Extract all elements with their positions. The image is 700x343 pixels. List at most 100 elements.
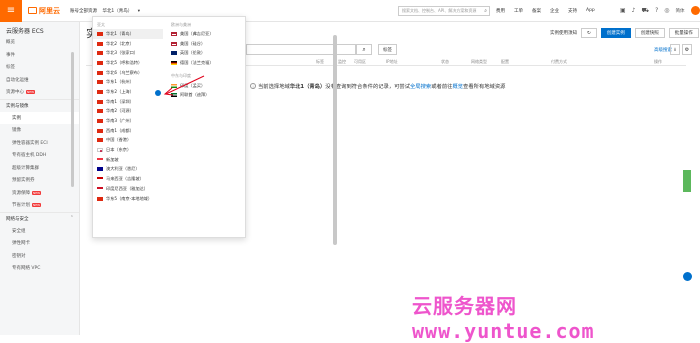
region-option[interactable]: 德国（法兰克福）: [167, 58, 237, 68]
sidebar-section[interactable]: 网络与安全 ˄: [0, 211, 79, 225]
sidebar-item[interactable]: 密钥对: [0, 250, 79, 263]
top-link-fees[interactable]: 费用: [496, 8, 505, 14]
sidebar-item-label: 专有宿主机 DDH: [12, 153, 47, 159]
region-option[interactable]: 华南3（广州）: [93, 116, 163, 126]
sidebar-section[interactable]: 实例与镜像˄: [0, 98, 79, 112]
region-option[interactable]: 印度尼西亚（雅加达）: [93, 184, 163, 194]
region-option[interactable]: 马来西亚（吉隆坡）: [93, 174, 163, 184]
region-option[interactable]: 华东1（杭州）: [93, 77, 163, 87]
sidebar-item[interactable]: 资源保障 NEW: [0, 187, 79, 200]
language-switch[interactable]: 简体: [676, 8, 685, 14]
globe-icon[interactable]: ◎: [664, 7, 669, 14]
avatar[interactable]: [690, 6, 700, 15]
help-icon[interactable]: ?: [655, 7, 658, 14]
sidebar-item[interactable]: 预留实例券: [0, 174, 79, 187]
region-option[interactable]: 西南1（成都）: [93, 126, 163, 136]
create-instance-button[interactable]: 创建实例: [600, 28, 631, 38]
sidebar-item[interactable]: 节省计划 NEW: [0, 199, 79, 212]
sidebar-item[interactable]: 概览: [0, 36, 79, 49]
flag-cn-icon: [97, 70, 103, 75]
sidebar-item[interactable]: 弹性容器实例 ECI: [0, 137, 79, 150]
region-name: 澳大利亚（悉尼）: [106, 166, 140, 172]
sidebar-item[interactable]: 自动化运维: [0, 74, 79, 87]
flag-id-icon: [97, 186, 103, 191]
top-link-app[interactable]: App: [586, 8, 595, 14]
cart-icon[interactable]: ⛟: [642, 7, 650, 15]
global-search-input[interactable]: 搜索文档、控制台、API、解决方案和资源 ⌕: [398, 6, 490, 16]
empty-text-prefix: 当前选择地域: [258, 84, 290, 90]
sidebar-item[interactable]: 标签: [0, 61, 79, 74]
sidebar-item[interactable]: 事件: [0, 49, 79, 62]
chevron-up-icon[interactable]: ˄: [71, 216, 73, 221]
chat-help-icon[interactable]: [683, 272, 692, 281]
region-option[interactable]: 华北2（北京）: [93, 39, 163, 49]
region-dropdown: 亚太 华北1（青岛） 华北2（北京） 华北3（张家口） 华北5（呼和浩特） 华北6（乌兰…: [92, 16, 337, 245]
batch-operation-button[interactable]: 批量操作: [668, 28, 699, 38]
search-icon[interactable]: ⌕: [356, 44, 372, 55]
menu-icon[interactable]: ≡: [0, 0, 22, 22]
region-selector[interactable]: 华北1（青岛）: [102, 9, 132, 14]
region-name: 美国（弗吉尼亚）: [180, 30, 214, 36]
sidebar-item-label: 标签: [6, 65, 15, 71]
instance-guide-link[interactable]: 实例使用须知: [550, 30, 577, 36]
download-icon[interactable]: ⭳: [670, 44, 680, 55]
tag-filter-button[interactable]: 标签: [378, 44, 397, 55]
region-name: 新加坡: [106, 156, 119, 162]
settings-icon[interactable]: ⚙: [682, 44, 692, 55]
top-link-tickets[interactable]: 工单: [514, 8, 523, 14]
sidebar-item[interactable]: 实例: [0, 111, 79, 124]
flag-cn-icon: [97, 89, 103, 94]
top-links: 费用 工单 备案 企业 支持 App: [496, 8, 595, 14]
column-network: 网络类型: [471, 59, 487, 64]
region-option[interactable]: 华北3（张家口）: [93, 48, 163, 58]
search-icon[interactable]: ⌕: [484, 8, 487, 14]
top-link-icp[interactable]: 备案: [532, 8, 541, 14]
account-resources-link[interactable]: 账号全部资源: [70, 9, 97, 14]
region-option[interactable]: 华南1（深圳）: [93, 97, 163, 107]
create-snapshot-button[interactable]: 创建快照: [634, 28, 665, 38]
sidebar-item[interactable]: 弹性网卡: [0, 237, 79, 250]
refresh-button[interactable]: ↻: [581, 28, 597, 38]
sidebar-item[interactable]: 安全组: [0, 225, 79, 238]
sidebar-scrollbar[interactable]: [71, 52, 74, 187]
chevron-down-icon[interactable]: ▾: [138, 9, 140, 14]
terminal-icon[interactable]: ▣: [620, 7, 626, 14]
top-link-enterprise[interactable]: 企业: [550, 8, 559, 14]
aliyun-logo-icon: [28, 7, 37, 14]
region-option[interactable]: 英国（伦敦）: [167, 48, 237, 58]
overview-link[interactable]: 概览: [452, 82, 463, 90]
region-option[interactable]: 华东5（南京-本地地域）: [93, 194, 163, 204]
region-option[interactable]: 华东2（上海）: [93, 87, 163, 97]
empty-region: 华北1（青岛）: [289, 84, 326, 90]
sidebar-item[interactable]: 专有宿主机 DDH: [0, 149, 79, 162]
region-option[interactable]: 新加坡: [93, 155, 163, 165]
region-option[interactable]: 美国（弗吉尼亚）: [167, 29, 237, 39]
sidebar-item[interactable]: 镜像: [0, 124, 79, 137]
instance-filter-input[interactable]: [246, 44, 356, 55]
column-status: 状态: [441, 59, 449, 64]
region-option[interactable]: 华北1（青岛）: [93, 29, 163, 39]
dropdown-scrollbar[interactable]: [333, 35, 337, 245]
region-option[interactable]: 华北6（乌兰察布）: [93, 68, 163, 78]
feedback-tab[interactable]: [683, 170, 691, 192]
region-option[interactable]: 华南2（河源）: [93, 107, 163, 117]
brand-logo[interactable]: 阿里云: [28, 6, 60, 16]
region-option[interactable]: 日本（东京）: [93, 145, 163, 155]
region-option[interactable]: 美国（硅谷）: [167, 39, 237, 49]
top-link-support[interactable]: 支持: [568, 8, 577, 14]
column-billing: 付费方式: [551, 59, 567, 64]
sidebar-item[interactable]: 资源中心 NEW: [0, 86, 79, 99]
region-name: 美国（硅谷）: [180, 40, 206, 46]
region-option[interactable]: 华北5（呼和浩特）: [93, 58, 163, 68]
flag-my-icon: [97, 177, 103, 182]
sidebar-item[interactable]: 超级计算集群: [0, 162, 79, 175]
flag-cn-icon: [97, 128, 103, 133]
empty-state-message: i 当前选择地域 华北1（青岛） 没有查询到符合条件的记录，可尝试 全局搜索 或…: [250, 82, 505, 90]
global-search-link[interactable]: 全局搜索: [410, 82, 431, 90]
region-option[interactable]: 中国（香港）: [93, 136, 163, 146]
region-name: 华东5（南京-本地地域）: [106, 195, 153, 201]
breadcrumb: 账号全部资源 华北1（青岛） ▾: [70, 8, 144, 14]
region-option[interactable]: 澳大利亚（悉尼）: [93, 165, 163, 175]
bell-icon[interactable]: ♪: [632, 7, 636, 14]
sidebar-item[interactable]: 专有网络 VPC: [0, 262, 79, 275]
